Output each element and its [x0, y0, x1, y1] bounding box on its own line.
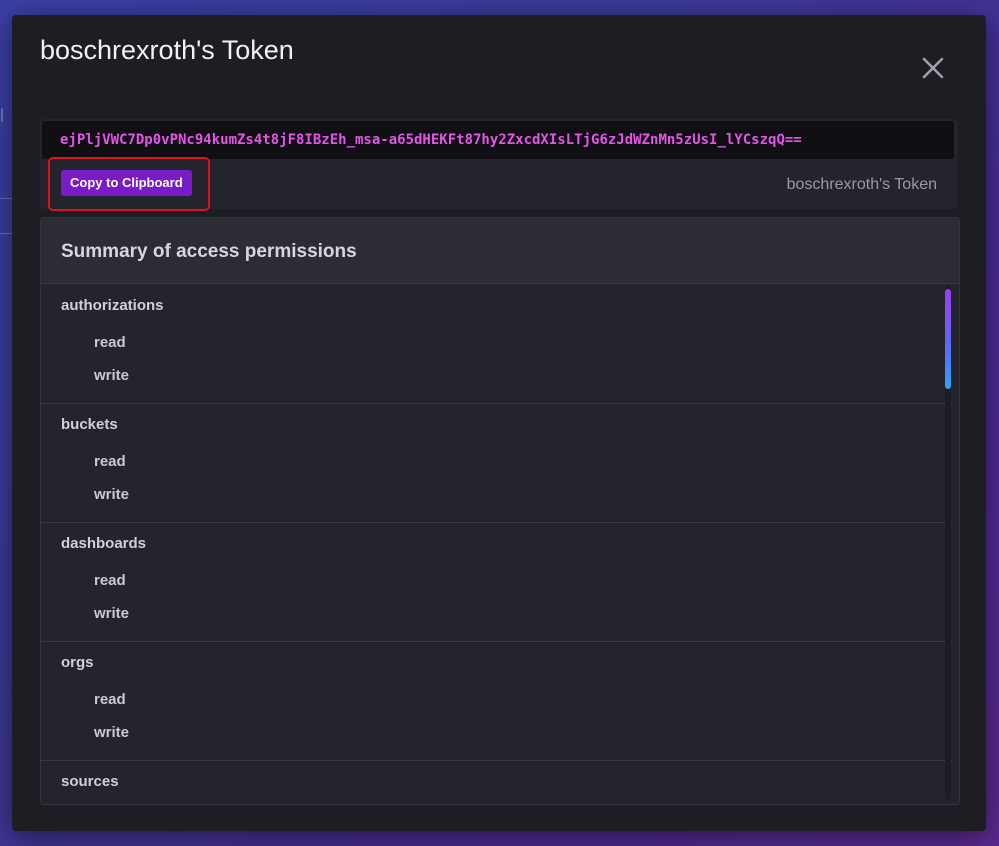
permission-resource: orgs [61, 654, 94, 671]
permissions-list[interactable]: authorizations read write buckets read w… [41, 285, 953, 803]
permission-action-read: read [94, 691, 126, 708]
permission-group-sources: sources [41, 761, 953, 803]
token-label: boschrexroth's Token [786, 176, 937, 193]
close-icon [922, 57, 944, 79]
permission-action-read: read [94, 334, 126, 351]
permission-resource: dashboards [61, 535, 147, 552]
permission-action-write: write [94, 605, 130, 622]
token-modal: boschrexroth's Token ejPljVWC7Dp0vPNc94k… [12, 15, 986, 831]
permission-resource: buckets [61, 416, 118, 433]
scrollbar-track[interactable] [945, 286, 951, 800]
permission-action-write: write [94, 486, 130, 503]
permission-group-buckets: buckets read write [41, 404, 953, 523]
permission-action-read: read [94, 572, 126, 589]
scrollbar-thumb[interactable] [945, 289, 951, 389]
permission-resource: sources [61, 773, 119, 790]
permissions-summary-panel: Summary of access permissions authorizat… [40, 217, 960, 805]
permission-resource: authorizations [61, 297, 164, 314]
permission-action-read: read [94, 453, 126, 470]
summary-header: Summary of access permissions [41, 218, 959, 284]
background-text-fragment: l [0, 106, 4, 126]
token-value[interactable]: ejPljVWC7Dp0vPNc94kumZs4t8jF8IBzEh_msa-a… [42, 121, 954, 159]
modal-title: boschrexroth's Token [40, 35, 294, 65]
permission-action-write: write [94, 724, 130, 741]
permission-action-write: write [94, 367, 130, 384]
token-box: ejPljVWC7Dp0vPNc94kumZs4t8jF8IBzEh_msa-a… [40, 119, 958, 211]
permission-group-dashboards: dashboards read write [41, 523, 953, 642]
permission-group-authorizations: authorizations read write [41, 285, 953, 404]
copy-to-clipboard-button[interactable]: Copy to Clipboard [61, 170, 192, 196]
close-button[interactable] [918, 53, 948, 83]
permission-group-orgs: orgs read write [41, 642, 953, 761]
summary-title: Summary of access permissions [61, 241, 357, 262]
